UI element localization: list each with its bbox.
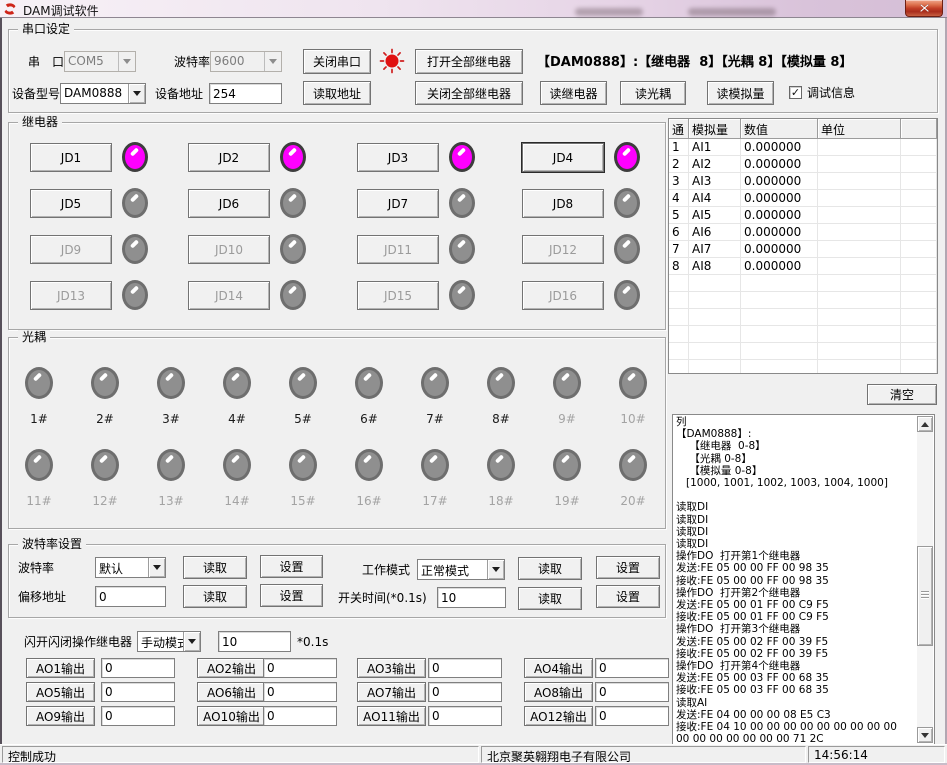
ao-input-5[interactable] xyxy=(101,682,175,702)
ao-button-6[interactable]: AO6输出 xyxy=(197,682,266,702)
status-bar: 控制成功 北京聚英翱翔电子有限公司 14:56:14 xyxy=(0,744,947,763)
ao-button-2[interactable]: AO2输出 xyxy=(197,658,266,678)
status-time: 14:56:14 xyxy=(808,746,945,763)
scroll-up-button[interactable] xyxy=(917,416,933,432)
ao-input-9[interactable] xyxy=(101,706,175,726)
ao-button-11[interactable]: AO11输出 xyxy=(357,706,426,726)
app-window: DAM调试软件 串口设定 串 口 COM5 波特率 9600 关闭串口 打 xyxy=(0,0,947,765)
ao-button-7[interactable]: AO7输出 xyxy=(357,682,426,702)
ao-button-1[interactable]: AO1输出 xyxy=(26,658,95,678)
ao-button-9[interactable]: AO9输出 xyxy=(26,706,95,726)
scroll-down-button[interactable] xyxy=(917,727,933,743)
status-message: 控制成功 xyxy=(2,746,479,763)
ao-input-4[interactable] xyxy=(595,658,669,678)
ao-input-8[interactable] xyxy=(595,682,669,702)
scrollbar-thumb[interactable] xyxy=(917,546,933,646)
ao-input-3[interactable] xyxy=(428,658,502,678)
status-company: 北京聚英翱翔电子有限公司 xyxy=(481,746,806,763)
triangle-down-icon xyxy=(921,733,929,738)
ao-button-12[interactable]: AO12输出 xyxy=(524,706,593,726)
ao-button-4[interactable]: AO4输出 xyxy=(524,658,593,678)
triangle-up-icon xyxy=(921,422,929,427)
log-panel[interactable]: 列 【DAM0888】: 【继电器 0-8】 【光耦 0-8】 【模拟量 0-8… xyxy=(672,414,935,745)
log-scrollbar[interactable] xyxy=(917,416,933,743)
log-text: 列 【DAM0888】: 【继电器 0-8】 【光耦 0-8】 【模拟量 0-8… xyxy=(676,416,915,743)
ao-input-10[interactable] xyxy=(263,706,337,726)
ao-button-5[interactable]: AO5输出 xyxy=(26,682,95,702)
ao-button-10[interactable]: AO10输出 xyxy=(197,706,266,726)
ao-input-11[interactable] xyxy=(428,706,502,726)
ao-input-7[interactable] xyxy=(428,682,502,702)
ao-input-6[interactable] xyxy=(263,682,337,702)
ao-button-3[interactable]: AO3输出 xyxy=(357,658,426,678)
ao-button-8[interactable]: AO8输出 xyxy=(524,682,593,702)
ao-input-2[interactable] xyxy=(263,658,337,678)
ao-input-12[interactable] xyxy=(595,706,669,726)
ao-input-1[interactable] xyxy=(101,658,175,678)
